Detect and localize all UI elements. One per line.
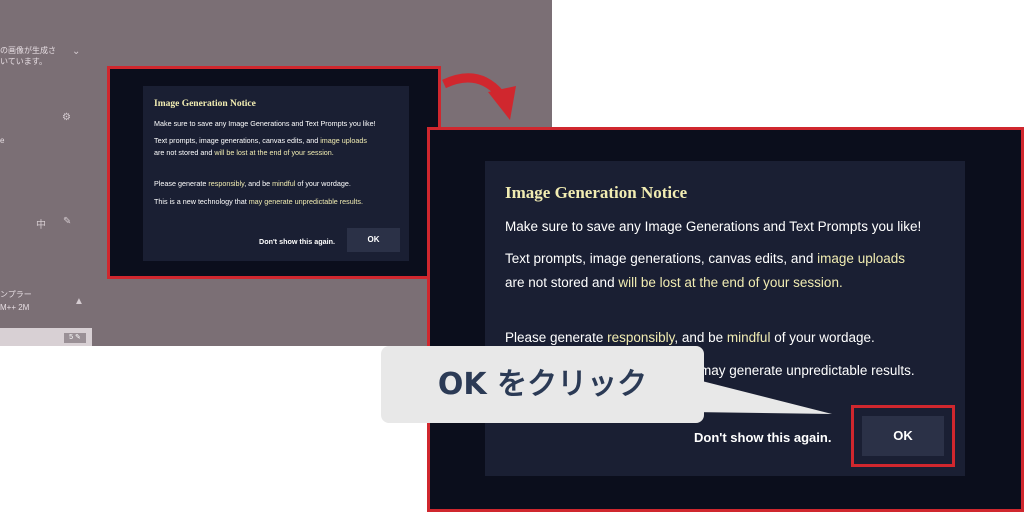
highlight-frame-large: Image Generation Notice Make sure to sav… — [427, 127, 1024, 512]
dialog-line4-text3: of your wordage. — [295, 179, 351, 188]
gear-icon: ⚙ — [62, 112, 71, 123]
dont-show-again-link[interactable]: Don't show this again. — [694, 430, 831, 445]
dialog-line4-highlight2: mindful — [726, 330, 771, 345]
pencil-icon: ✎ — [63, 216, 72, 227]
dialog-line5: This is a new technology that may genera… — [154, 197, 363, 206]
callout-pointer — [690, 378, 832, 414]
dialog-line5-highlight: may generate unpredictable results. — [248, 197, 363, 206]
dialog-line5-highlight: may generate unpredictable results. — [700, 363, 915, 378]
bg-history-label: ンプラー — [0, 290, 32, 299]
dialog-line4: Please generate responsibly, and be mind… — [505, 330, 875, 345]
dialog-line4-highlight1: responsibly — [208, 179, 245, 188]
dialog-line2-text: Text prompts, image generations, canvas … — [505, 251, 818, 266]
dialog-line4-text3: of your wordage. — [770, 330, 875, 345]
dialog-line2-highlight: image uploads — [320, 136, 367, 145]
dialog-line4-highlight1: responsibly — [607, 330, 675, 345]
red-arrow-icon — [442, 73, 516, 120]
dialog-title: Image Generation Notice — [154, 99, 256, 109]
bg-history-meta: M++ 2M — [0, 303, 30, 312]
dialog-line3-highlight: will be lost at the end of your session. — [618, 275, 843, 290]
dialog-title: Image Generation Notice — [505, 183, 688, 202]
bg-description-line2: いています。 — [0, 57, 47, 66]
dialog-line2-highlight: image uploads — [817, 251, 905, 266]
bg-counter: 5 ✎ — [64, 333, 86, 343]
ok-button[interactable]: OK — [347, 228, 400, 252]
dialog-line4-text2: , and be — [244, 179, 273, 188]
translate-icon: 中 — [36, 220, 46, 231]
callout-text: OK をクリック — [437, 367, 648, 402]
highlight-frame-small: Image Generation Notice Make sure to sav… — [107, 66, 441, 279]
dialog-line3: are not stored and will be lost at the e… — [154, 148, 334, 157]
dialog-line3-text: are not stored and — [505, 275, 619, 290]
notice-dialog-small: Image Generation Notice Make sure to sav… — [143, 86, 409, 261]
chevron-down-icon: ⌄ — [72, 46, 81, 57]
bg-description-line1: の画像が生成さ — [0, 46, 56, 55]
dialog-line3: are not stored and will be lost at the e… — [505, 275, 843, 290]
ok-button[interactable]: OK — [862, 416, 944, 456]
notice-dialog-large: Image Generation Notice Make sure to sav… — [485, 161, 965, 476]
dialog-line2: Text prompts, image generations, canvas … — [505, 251, 905, 266]
dialog-line1: Make sure to save any Image Generations … — [505, 219, 922, 234]
chevron-up-icon: ▲ — [74, 296, 84, 307]
dialog-line4: Please generate responsibly, and be mind… — [154, 179, 351, 188]
dialog-line1: Make sure to save any Image Generations … — [154, 119, 376, 128]
ok-button-highlight: OK — [851, 405, 955, 467]
dialog-line4-text: Please generate — [505, 330, 608, 345]
bg-sidebar-label: e — [0, 136, 5, 145]
callout-bubble: OK をクリック — [381, 346, 704, 423]
dialog-line3-text: are not stored and — [154, 148, 215, 157]
dialog-line4-text: Please generate — [154, 179, 209, 188]
dialog-line5-text: This is a new technology that — [154, 197, 249, 206]
dialog-line4-highlight2: mindful — [272, 179, 296, 188]
dialog-line4-text2: , and be — [674, 330, 727, 345]
dont-show-again-link[interactable]: Don't show this again. — [259, 237, 335, 246]
dialog-line3-highlight: will be lost at the end of your session. — [214, 148, 334, 157]
dialog-line2-text: Text prompts, image generations, canvas … — [154, 136, 321, 145]
dialog-line2: Text prompts, image generations, canvas … — [154, 136, 367, 145]
